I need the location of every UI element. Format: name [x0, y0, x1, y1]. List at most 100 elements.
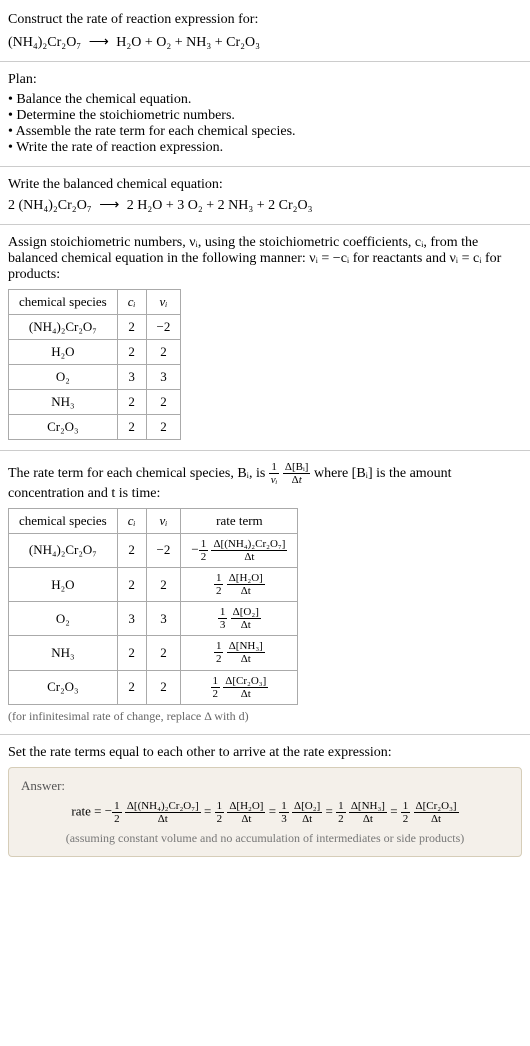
- eq-lhs: (NH₄)₂Cr₂O₇: [8, 35, 81, 50]
- cell-species: H₂O: [9, 567, 118, 601]
- frac-dbi-dt: Δ[Bᵢ]Δt: [283, 461, 311, 486]
- cell-ci: 2: [117, 636, 146, 670]
- balanced-equation: 2 (NH₄)₂Cr₂O₇ ⟶ 2 H₂O + 3 O₂ + 2 NH₃ + 2…: [8, 197, 522, 214]
- cell-species: (NH₄)₂Cr₂O₇: [9, 314, 118, 339]
- eq-rhs: H₂O + O₂ + NH₃ + Cr₂O₃: [116, 35, 260, 50]
- cell-vi: −2: [146, 533, 181, 567]
- table-row: H₂O22: [9, 339, 181, 364]
- cell-vi: −2: [146, 314, 181, 339]
- cell-species: (NH₄)₂Cr₂O₇: [9, 533, 118, 567]
- col-rate: rate term: [181, 508, 298, 533]
- eq-rhs: 2 H₂O + 3 O₂ + 2 NH₃ + 2 Cr₂O₃: [127, 198, 313, 213]
- construct-prompt: Construct the rate of reaction expressio…: [8, 10, 522, 30]
- cell-ci: 2: [117, 670, 146, 704]
- col-vi: νᵢ: [146, 508, 181, 533]
- answer-title: Set the rate terms equal to each other t…: [8, 745, 522, 761]
- rate-term: 12 Δ[NH₃]Δt: [336, 803, 387, 818]
- answer-label: Answer:: [21, 778, 509, 794]
- section-construct: Construct the rate of reaction expressio…: [0, 0, 530, 62]
- cell-vi: 2: [146, 636, 181, 670]
- cell-species: NH₃: [9, 389, 118, 414]
- rate-term: 12 Δ[H₂O]Δt: [215, 803, 266, 818]
- cell-rate: 12 Δ[NH₃]Δt: [181, 636, 298, 670]
- frac-1-over-vi: 1νᵢ: [269, 461, 280, 486]
- table-row: NH₃22: [9, 389, 181, 414]
- equals: =: [204, 803, 215, 818]
- cell-rate: 12 Δ[H₂O]Δt: [181, 567, 298, 601]
- cell-ci: 2: [117, 314, 146, 339]
- balanced-title: Write the balanced chemical equation:: [8, 177, 522, 193]
- cell-ci: 2: [117, 339, 146, 364]
- cell-rate: −12 Δ[(NH₄)₂Cr₂O₇]Δt: [181, 533, 298, 567]
- rate-prefix: rate =: [71, 803, 104, 818]
- cell-species: NH₃: [9, 636, 118, 670]
- rate-intro-pre: The rate term for each chemical species,…: [8, 465, 269, 480]
- plan-item: Write the rate of reaction expression.: [8, 140, 522, 156]
- table-row: (NH₄)₂Cr₂O₇ 2 −2 −12 Δ[(NH₄)₂Cr₂O₇]Δt: [9, 533, 298, 567]
- cell-species: Cr₂O₃: [9, 414, 118, 439]
- unbalanced-equation: (NH₄)₂Cr₂O₇ ⟶ H₂O + O₂ + NH₃ + Cr₂O₃: [8, 34, 522, 51]
- eq-lhs: 2 (NH₄)₂Cr₂O₇: [8, 198, 92, 213]
- cell-species: Cr₂O₃: [9, 670, 118, 704]
- equals: =: [269, 803, 280, 818]
- col-ci: cᵢ: [117, 289, 146, 314]
- section-stoich: Assign stoichiometric numbers, νᵢ, using…: [0, 225, 530, 451]
- table-row: O₂ 3 3 13 Δ[O₂]Δt: [9, 602, 298, 636]
- cell-vi: 2: [146, 389, 181, 414]
- cell-ci: 2: [117, 533, 146, 567]
- rate-term: −12 Δ[(NH₄)₂Cr₂O₇]Δt: [105, 803, 201, 818]
- stoich-intro: Assign stoichiometric numbers, νᵢ, using…: [8, 235, 522, 283]
- rate-formula: 1νᵢ Δ[Bᵢ]Δt: [269, 465, 314, 480]
- rate-table: chemical species cᵢ νᵢ rate term (NH₄)₂C…: [8, 508, 298, 705]
- table-row: NH₃ 2 2 12 Δ[NH₃]Δt: [9, 636, 298, 670]
- section-balanced: Write the balanced chemical equation: 2 …: [0, 167, 530, 225]
- cell-vi: 2: [146, 339, 181, 364]
- rate-term: 13 Δ[O₂]Δt: [279, 803, 322, 818]
- cell-species: O₂: [9, 364, 118, 389]
- cell-vi: 3: [146, 364, 181, 389]
- plan-list: Balance the chemical equation. Determine…: [8, 92, 522, 156]
- plan-item: Determine the stoichiometric numbers.: [8, 108, 522, 124]
- rate-expression: rate = −12 Δ[(NH₄)₂Cr₂O₇]Δt = 12 Δ[H₂O]Δ…: [21, 800, 509, 825]
- col-species: chemical species: [9, 508, 118, 533]
- cell-ci: 3: [117, 364, 146, 389]
- plan-item: Assemble the rate term for each chemical…: [8, 124, 522, 140]
- stoich-table: chemical species cᵢ νᵢ (NH₄)₂Cr₂O₇2−2 H₂…: [8, 289, 181, 440]
- col-ci: cᵢ: [117, 508, 146, 533]
- cell-rate: 12 Δ[Cr₂O₃]Δt: [181, 670, 298, 704]
- cell-species: H₂O: [9, 339, 118, 364]
- arrow-icon: ⟶: [85, 35, 113, 50]
- table-row: O₂33: [9, 364, 181, 389]
- section-plan: Plan: Balance the chemical equation. Det…: [0, 62, 530, 167]
- table-row: (NH₄)₂Cr₂O₇2−2: [9, 314, 181, 339]
- table-row: H₂O 2 2 12 Δ[H₂O]Δt: [9, 567, 298, 601]
- cell-species: O₂: [9, 602, 118, 636]
- cell-ci: 2: [117, 567, 146, 601]
- section-rate-terms: The rate term for each chemical species,…: [0, 451, 530, 735]
- rate-term: 12 Δ[Cr₂O₃]Δt: [401, 803, 459, 818]
- cell-vi: 2: [146, 567, 181, 601]
- cell-vi: 2: [146, 414, 181, 439]
- table-header-row: chemical species cᵢ νᵢ rate term: [9, 508, 298, 533]
- equals: =: [390, 803, 401, 818]
- answer-note: (assuming constant volume and no accumul…: [21, 831, 509, 846]
- table-row: Cr₂O₃22: [9, 414, 181, 439]
- cell-ci: 2: [117, 389, 146, 414]
- rate-intro: The rate term for each chemical species,…: [8, 461, 522, 502]
- col-species: chemical species: [9, 289, 118, 314]
- plan-title: Plan:: [8, 72, 522, 88]
- col-vi: νᵢ: [146, 289, 181, 314]
- equals: =: [325, 803, 336, 818]
- rate-note: (for infinitesimal rate of change, repla…: [8, 709, 522, 724]
- arrow-icon: ⟶: [95, 198, 123, 213]
- table-header-row: chemical species cᵢ νᵢ: [9, 289, 181, 314]
- cell-ci: 3: [117, 602, 146, 636]
- section-answer: Set the rate terms equal to each other t…: [0, 735, 530, 867]
- table-row: Cr₂O₃ 2 2 12 Δ[Cr₂O₃]Δt: [9, 670, 298, 704]
- cell-vi: 3: [146, 602, 181, 636]
- cell-vi: 2: [146, 670, 181, 704]
- cell-ci: 2: [117, 414, 146, 439]
- plan-item: Balance the chemical equation.: [8, 92, 522, 108]
- answer-box: Answer: rate = −12 Δ[(NH₄)₂Cr₂O₇]Δt = 12…: [8, 767, 522, 857]
- cell-rate: 13 Δ[O₂]Δt: [181, 602, 298, 636]
